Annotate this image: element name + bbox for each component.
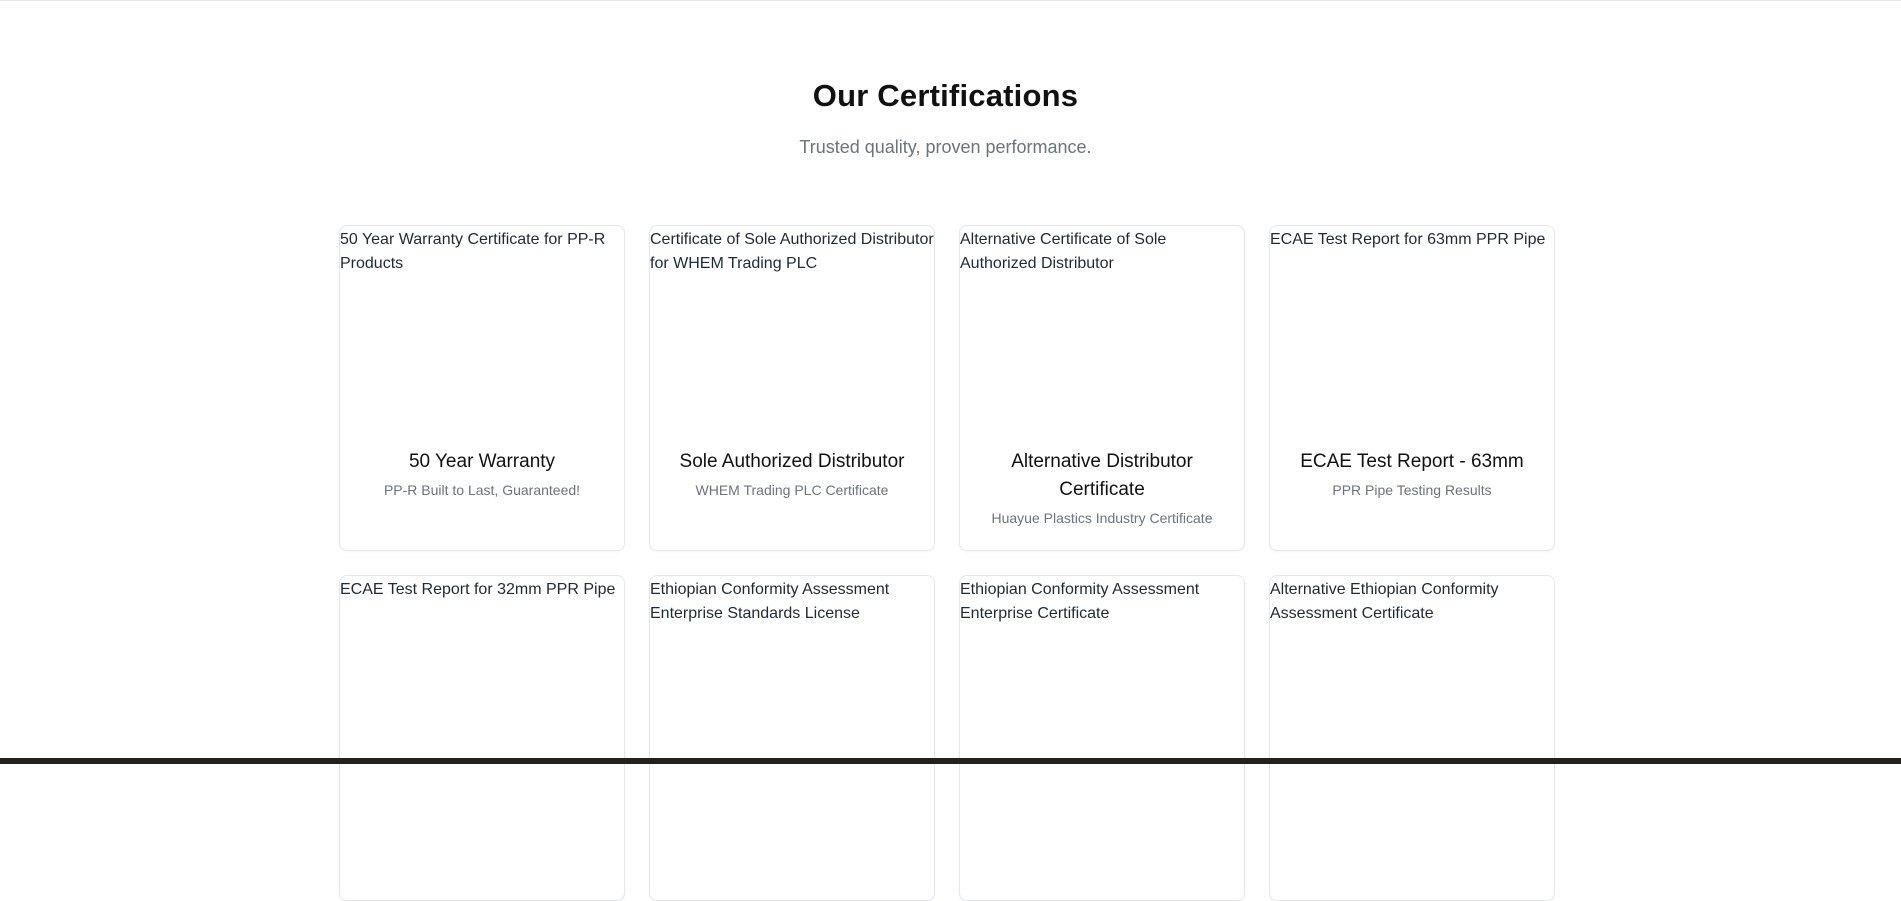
certificate-card[interactable]: Ethiopian Conformity Assessment Enterpri… <box>959 575 1245 901</box>
certificate-card[interactable]: ECAE Test Report for 63mm PPR Pipe ECAE … <box>1269 225 1555 551</box>
certificate-image-alt-text: Certificate of Sole Authorized Distribut… <box>650 231 934 272</box>
certificate-image-alt-text: Alternative Ethiopian Conformity Assessm… <box>1270 581 1499 622</box>
certificate-card[interactable]: Alternative Ethiopian Conformity Assessm… <box>1269 575 1555 901</box>
certificate-card[interactable]: Ethiopian Conformity Assessment Enterpri… <box>649 575 935 901</box>
certificate-card-body: Sole Authorized Distributor WHEM Trading… <box>650 436 934 500</box>
certificate-card-body <box>960 786 1244 798</box>
footer-edge <box>0 758 1901 764</box>
certificate-image-alt-text: Ethiopian Conformity Assessment Enterpri… <box>650 581 890 622</box>
certificate-image-alt-text: 50 Year Warranty Certificate for PP-R Pr… <box>340 231 606 272</box>
certificates-grid: 50 Year Warranty Certificate for PP-R Pr… <box>339 225 1555 901</box>
certificate-card-body: Alternative Distributor Certificate Huay… <box>960 436 1244 528</box>
certificate-card[interactable]: ECAE Test Report for 32mm PPR Pipe <box>339 575 625 901</box>
certificate-card-body <box>340 786 624 798</box>
certificate-card[interactable]: Certificate of Sole Authorized Distribut… <box>649 225 935 551</box>
certificate-image-broken[interactable]: ECAE Test Report for 63mm PPR Pipe <box>1270 226 1554 436</box>
certificate-image-alt-text: ECAE Test Report for 63mm PPR Pipe <box>1270 231 1546 248</box>
certificate-subtitle: WHEM Trading PLC Certificate <box>695 482 889 498</box>
section-subtitle: Trusted quality, proven performance. <box>799 137 1092 157</box>
certificate-card[interactable]: 50 Year Warranty Certificate for PP-R Pr… <box>339 225 625 551</box>
certificate-image-broken[interactable]: ECAE Test Report for 32mm PPR Pipe <box>340 576 624 786</box>
certificate-card[interactable]: Alternative Certificate of Sole Authoriz… <box>959 225 1245 551</box>
certificate-subtitle: PPR Pipe Testing Results <box>1332 482 1492 498</box>
certificate-image-alt-text: Alternative Certificate of Sole Authoriz… <box>960 231 1167 272</box>
certificate-card-body: 50 Year Warranty PP-R Built to Last, Gua… <box>340 436 624 500</box>
section-title: Our Certifications <box>812 78 1079 113</box>
certificate-image-broken[interactable]: Alternative Ethiopian Conformity Assessm… <box>1270 576 1554 786</box>
certificate-image-broken[interactable]: Certificate of Sole Authorized Distribut… <box>650 226 934 436</box>
certificate-subtitle: Huayue Plastics Industry Certificate <box>991 510 1213 526</box>
certificate-card-body <box>1270 786 1554 798</box>
certificate-card-body <box>650 786 934 798</box>
certificate-image-broken[interactable]: 50 Year Warranty Certificate for PP-R Pr… <box>340 226 624 436</box>
certificate-card-body: ECAE Test Report - 63mm PPR Pipe Testing… <box>1270 436 1554 500</box>
certificate-title: Sole Authorized Distributor <box>679 451 905 472</box>
certificate-image-broken[interactable]: Alternative Certificate of Sole Authoriz… <box>960 226 1244 436</box>
certificate-title: ECAE Test Report - 63mm <box>1300 451 1524 472</box>
certifications-section: Our Certifications Trusted quality, prov… <box>0 0 1901 901</box>
certificate-title: 50 Year Warranty <box>408 451 556 472</box>
certificate-subtitle: PP-R Built to Last, Guaranteed! <box>383 482 581 498</box>
certificate-image-alt-text: Ethiopian Conformity Assessment Enterpri… <box>960 581 1200 622</box>
certificate-image-broken[interactable]: Ethiopian Conformity Assessment Enterpri… <box>650 576 934 786</box>
certificate-image-broken[interactable]: Ethiopian Conformity Assessment Enterpri… <box>960 576 1244 786</box>
certificate-title: Alternative Distributor Certificate <box>1011 451 1193 500</box>
certificate-image-alt-text: ECAE Test Report for 32mm PPR Pipe <box>340 581 616 598</box>
